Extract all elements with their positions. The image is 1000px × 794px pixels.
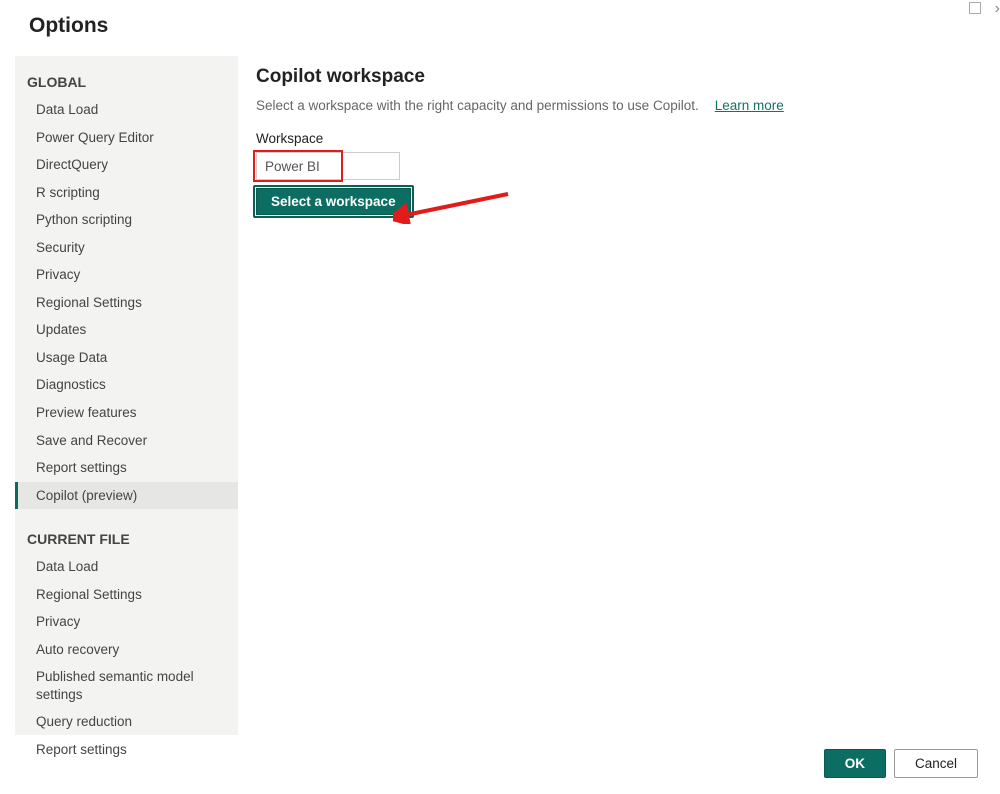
sidebar-item-privacy[interactable]: Privacy (15, 608, 238, 636)
main-description: Select a workspace with the right capaci… (256, 98, 699, 113)
sidebar-item-query-reduction[interactable]: Query reduction (15, 708, 238, 736)
sidebar-item-usage-data[interactable]: Usage Data (15, 344, 238, 372)
sidebar-item-updates[interactable]: Updates (15, 316, 238, 344)
sidebar-item-diagnostics[interactable]: Diagnostics (15, 371, 238, 399)
annotation-arrow-icon (393, 192, 513, 224)
sidebar-item-preview-features[interactable]: Preview features (15, 399, 238, 427)
sidebar-item-r-scripting[interactable]: R scripting (15, 179, 238, 207)
sidebar-item-data-load[interactable]: Data Load (15, 96, 238, 124)
main-heading: Copilot workspace (256, 66, 980, 88)
sidebar: GLOBAL Data LoadPower Query EditorDirect… (15, 56, 238, 735)
workspace-input[interactable] (256, 152, 400, 180)
learn-more-link[interactable]: Learn more (715, 98, 784, 113)
chevron-right-icon[interactable]: › (995, 0, 1000, 18)
sidebar-item-data-load[interactable]: Data Load (15, 553, 238, 581)
sidebar-item-security[interactable]: Security (15, 234, 238, 262)
sidebar-item-published-semantic-model-settings[interactable]: Published semantic model settings (15, 663, 238, 708)
sidebar-item-privacy[interactable]: Privacy (15, 261, 238, 289)
dialog-footer: OK Cancel (824, 749, 978, 778)
sidebar-item-regional-settings[interactable]: Regional Settings (15, 581, 238, 609)
sidebar-item-report-settings[interactable]: Report settings (15, 736, 238, 764)
cancel-button[interactable]: Cancel (894, 749, 978, 778)
sidebar-item-directquery[interactable]: DirectQuery (15, 151, 238, 179)
sidebar-header-current-file: CURRENT FILE (15, 527, 238, 553)
sidebar-item-auto-recovery[interactable]: Auto recovery (15, 636, 238, 664)
page-title: Options (0, 0, 1000, 56)
ok-button[interactable]: OK (824, 749, 886, 778)
sidebar-item-save-and-recover[interactable]: Save and Recover (15, 427, 238, 455)
maximize-icon[interactable] (969, 2, 981, 14)
main-panel: Copilot workspace Select a workspace wit… (238, 56, 1000, 735)
sidebar-item-report-settings[interactable]: Report settings (15, 454, 238, 482)
sidebar-item-copilot-preview[interactable]: Copilot (preview) (15, 482, 238, 510)
workspace-label: Workspace (256, 131, 980, 146)
window-controls: › (969, 0, 1000, 18)
sidebar-header-global: GLOBAL (15, 70, 238, 96)
sidebar-item-regional-settings[interactable]: Regional Settings (15, 289, 238, 317)
sidebar-item-python-scripting[interactable]: Python scripting (15, 206, 238, 234)
select-workspace-button[interactable]: Select a workspace (256, 188, 411, 215)
sidebar-item-power-query-editor[interactable]: Power Query Editor (15, 124, 238, 152)
